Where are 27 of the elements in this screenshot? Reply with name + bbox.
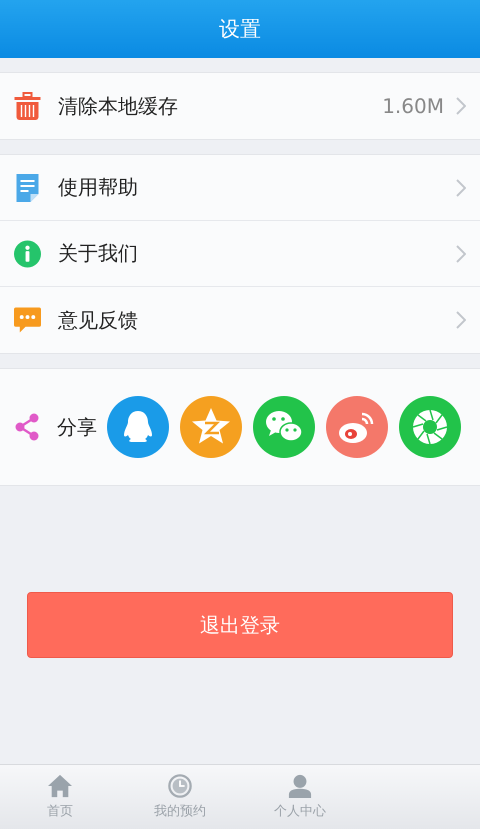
person-icon xyxy=(287,774,313,798)
row-label: 关于我们 xyxy=(58,240,138,267)
chevron-icon xyxy=(456,311,466,329)
penguin-icon[interactable] xyxy=(107,396,169,458)
row-label: 意见反馈 xyxy=(58,306,138,334)
chat-bubble-icon xyxy=(14,306,41,334)
clock-icon xyxy=(167,774,193,798)
chevron-icon xyxy=(456,97,466,115)
chevron-icon xyxy=(456,244,466,262)
eye-signal-icon[interactable] xyxy=(326,396,388,458)
info-icon xyxy=(14,240,41,268)
share-icon xyxy=(14,413,40,441)
trash-icon xyxy=(14,92,41,120)
settings-row[interactable]: 关于我们 xyxy=(0,221,480,287)
aperture-icon[interactable] xyxy=(399,396,461,458)
chat-bubbles-icon[interactable] xyxy=(253,396,315,458)
settings-row[interactable]: 使用帮助 xyxy=(0,155,480,221)
page-title: 设置 xyxy=(219,16,261,43)
home-icon xyxy=(47,774,73,798)
row-label: 使用帮助 xyxy=(58,174,138,201)
row-label: 清除本地缓存 xyxy=(58,92,178,120)
settings-row[interactable]: 清除本地缓存 1.60M xyxy=(0,73,480,139)
chevron-icon xyxy=(456,178,466,196)
share-label: 分享 xyxy=(57,414,97,440)
cache-size: 1.60M xyxy=(382,94,444,118)
document-icon xyxy=(14,174,41,202)
settings-row[interactable]: 意见反馈 xyxy=(0,287,480,353)
